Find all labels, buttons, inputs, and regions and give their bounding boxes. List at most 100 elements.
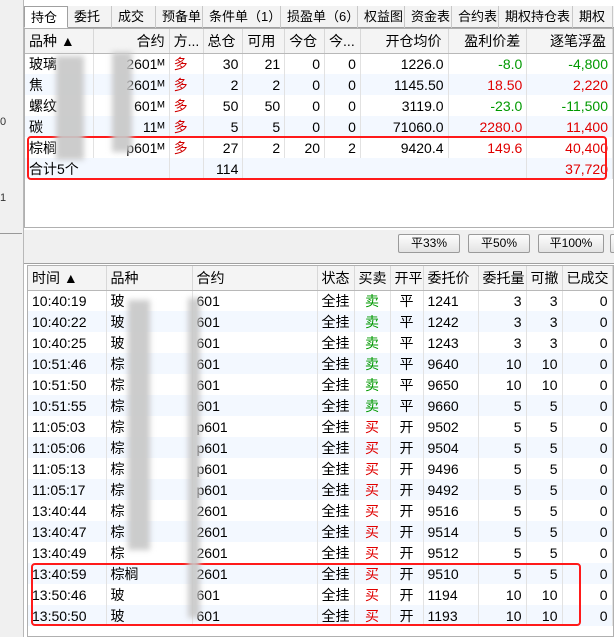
col-header-today[interactable]: 今仓 <box>284 29 326 54</box>
order-open-close: 开 <box>390 605 424 626</box>
order-row[interactable]: 10:40:19 玻 601 全挂卖平 1241 3 3 0 <box>28 290 613 311</box>
col-header-today-available[interactable]: 今... <box>324 29 361 54</box>
close-100-button[interactable]: 平100% <box>538 234 604 253</box>
order-time: 13:50:46 <box>28 584 107 605</box>
close-33-button[interactable]: 平33% <box>398 234 460 253</box>
order-price: 1193 <box>423 605 479 626</box>
order-open-close: 开 <box>390 521 424 542</box>
order-row[interactable]: 13:40:49 棕 2601 全挂买开 9512 5 5 0 <box>28 542 613 563</box>
order-open-close: 开 <box>390 479 424 500</box>
position-row[interactable]: 玻璃 2601ᴹ 多 30 21 0 0 1226.0 -8.0 -4,800 <box>25 53 613 74</box>
order-side: 买 <box>354 479 391 500</box>
order-status: 全挂 <box>317 353 355 374</box>
order-cancelable: 5 <box>526 437 563 458</box>
position-today-available: 0 <box>324 116 361 137</box>
order-qty: 5 <box>478 416 527 437</box>
tab-positions[interactable]: 持仓 <box>24 6 68 28</box>
tab-prepared-orders[interactable]: 预备单 <box>156 6 203 28</box>
tab-options[interactable]: 期权 <box>573 6 613 28</box>
order-time: 11:05:03 <box>28 416 107 437</box>
position-total: 5 <box>203 116 244 137</box>
more-button[interactable] <box>610 234 614 253</box>
order-symbol: 玻 <box>106 605 193 626</box>
left-edge-marker: 0 <box>0 116 7 128</box>
order-row[interactable]: 13:40:59 棕榈 2601 全挂买开 9510 5 5 0 <box>28 563 613 584</box>
position-available: 2 <box>242 74 286 95</box>
col-header-available[interactable]: 可用 <box>242 29 286 54</box>
tab-option-positions[interactable]: 期权持仓表 <box>499 6 573 28</box>
order-row[interactable]: 13:40:47 棕 2601 全挂买开 9514 5 5 0 <box>28 521 613 542</box>
col-header-contract[interactable]: 合约 <box>93 29 170 54</box>
order-row[interactable]: 11:05:03 棕 p601 全挂买开 9502 5 5 0 <box>28 416 613 437</box>
order-symbol: 棕 <box>106 374 193 395</box>
col-header-time[interactable]: 时间 ▲ <box>28 266 107 291</box>
order-open-close: 开 <box>390 416 424 437</box>
order-contract: 2601 <box>192 521 318 542</box>
positions-table: 品种 ▲ 合约 方... 总仓 可用 今仓 今... 开仓均价 盈利价差 逐笔浮… <box>25 29 613 179</box>
position-row[interactable]: 棕榈 p601ᴹ 多 27 2 20 2 9420.4 149.6 40,400 <box>25 137 613 158</box>
col-header-symbol[interactable]: 品种 <box>106 266 193 291</box>
tab-conditional-orders[interactable]: 条件单（1） <box>203 6 281 28</box>
order-cancelable: 5 <box>526 563 563 584</box>
order-qty: 3 <box>478 332 527 353</box>
close-50-button[interactable]: 平50% <box>468 234 530 253</box>
tab-orders[interactable]: 委托 <box>68 6 112 28</box>
order-cancelable: 10 <box>526 374 563 395</box>
order-filled: 0 <box>562 563 613 584</box>
col-header-side[interactable]: 买卖 <box>354 266 391 291</box>
summary-total: 114 <box>203 158 244 179</box>
tab-trades[interactable]: 成交 <box>112 6 156 28</box>
order-row[interactable]: 13:50:46 玻 601 全挂买开 1194 10 10 0 <box>28 584 613 605</box>
tab-equity-chart[interactable]: 权益图 <box>358 6 405 28</box>
col-header-total[interactable]: 总仓 <box>203 29 244 54</box>
col-header-cancelable[interactable]: 可撤 <box>526 266 563 291</box>
order-row[interactable]: 10:40:25 玻 601 全挂卖平 1243 3 3 0 <box>28 332 613 353</box>
order-row[interactable]: 13:50:50 玻 601 全挂买开 1193 10 10 0 <box>28 605 613 626</box>
tab-funds[interactable]: 资金表 <box>405 6 452 28</box>
tab-stop-profit-orders[interactable]: 损盈单（6） <box>281 6 359 28</box>
col-header-status[interactable]: 状态 <box>317 266 355 291</box>
order-symbol: 棕 <box>106 521 193 542</box>
order-price: 9512 <box>423 542 479 563</box>
position-row[interactable]: 碳 11ᴹ 多 5 5 0 0 71060.0 2280.0 11,400 <box>25 116 613 137</box>
order-contract: p601 <box>192 437 318 458</box>
order-row[interactable]: 11:05:06 棕 p601 全挂买开 9504 5 5 0 <box>28 437 613 458</box>
col-header-direction[interactable]: 方... <box>169 29 204 54</box>
col-header-floating-pnl[interactable]: 逐笔浮盈 <box>526 29 613 54</box>
tab-contracts[interactable]: 合约表 <box>452 6 499 28</box>
order-qty: 5 <box>478 500 527 521</box>
position-contract: 2601ᴹ <box>93 74 170 95</box>
col-header-symbol[interactable]: 品种 ▲ <box>25 29 95 54</box>
summary-floating-pnl: 37,720 <box>526 158 613 179</box>
col-header-price-diff[interactable]: 盈利价差 <box>448 29 528 54</box>
order-time: 11:05:17 <box>28 479 107 500</box>
col-header-open-close[interactable]: 开平 <box>390 266 424 291</box>
col-header-filled[interactable]: 已成交 <box>562 266 613 291</box>
position-row[interactable]: 螺纹 601ᴹ 多 50 50 0 0 3119.0 -23.0 -11,500 <box>25 95 613 116</box>
order-row[interactable]: 10:40:22 玻 601 全挂卖平 1242 3 3 0 <box>28 311 613 332</box>
position-row[interactable]: 焦 2601ᴹ 多 2 2 0 0 1145.50 18.50 2,220 <box>25 74 613 95</box>
order-row[interactable]: 11:05:17 棕 p601 全挂买开 9492 5 5 0 <box>28 479 613 500</box>
order-row[interactable]: 10:51:46 棕 601 全挂卖平 9640 10 10 0 <box>28 353 613 374</box>
close-position-toolbar: 平33% 平50% 平100% <box>24 230 614 256</box>
order-row[interactable]: 10:51:50 棕 601 全挂卖平 9650 10 10 0 <box>28 374 613 395</box>
order-row[interactable]: 10:51:55 棕 601 全挂卖平 9660 5 5 0 <box>28 395 613 416</box>
order-filled: 0 <box>562 479 613 500</box>
col-header-avg-price[interactable]: 开仓均价 <box>360 29 449 54</box>
orders-panel: 时间 ▲ 品种 合约 状态 买卖 开平 委托价 委托量 可撤 已成交 10:40… <box>27 265 614 637</box>
order-contract: 2601 <box>192 500 318 521</box>
col-header-order-price[interactable]: 委托价 <box>423 266 479 291</box>
order-row[interactable]: 13:40:44 棕 2601 全挂买开 9516 5 5 0 <box>28 500 613 521</box>
col-header-order-qty[interactable]: 委托量 <box>478 266 527 291</box>
panel-splitter[interactable] <box>24 256 614 264</box>
position-contract: 601ᴹ <box>93 95 170 116</box>
order-row[interactable]: 11:05:13 棕 p601 全挂买开 9496 5 5 0 <box>28 458 613 479</box>
order-status: 全挂 <box>317 374 355 395</box>
col-header-contract[interactable]: 合约 <box>192 266 318 291</box>
order-qty: 5 <box>478 542 527 563</box>
order-filled: 0 <box>562 521 613 542</box>
position-floating-pnl: -11,500 <box>526 95 613 116</box>
order-contract: p601 <box>192 479 318 500</box>
order-status: 全挂 <box>317 479 355 500</box>
position-direction: 多 <box>169 53 204 74</box>
